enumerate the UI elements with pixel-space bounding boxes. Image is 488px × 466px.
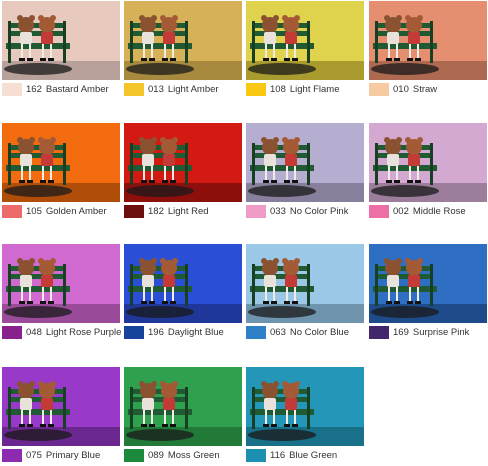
filter-label-row: 116 Blue Green: [246, 447, 364, 463]
filter-label-row: 075 Primary Blue: [2, 447, 120, 463]
filter-label-row: 033 No Color Pink: [246, 203, 364, 219]
filter-code: 002: [393, 205, 409, 217]
filter-label-row: 108 Light Flame: [246, 81, 364, 97]
filter-code: 105: [26, 205, 42, 217]
filter-preview-photo: [124, 244, 242, 323]
filter-name: No Color Pink: [289, 205, 349, 217]
filter-code: 108: [270, 83, 286, 95]
filter-code: 010: [393, 83, 409, 95]
filter-code: 162: [26, 83, 42, 95]
filter-label-row: 002 Middle Rose: [369, 203, 487, 219]
filter-name: Light Amber: [167, 83, 219, 95]
color-swatch: [246, 448, 266, 462]
color-swatch: [124, 82, 144, 96]
color-swatch: [2, 82, 22, 96]
filter-code: 116: [270, 449, 286, 461]
filter-preview-photo: [246, 1, 364, 80]
filter-preview-photo: [369, 1, 487, 80]
color-swatch: [124, 325, 144, 339]
filter-name: Light Rose Purple: [45, 326, 122, 338]
filter-name: Daylight Blue: [167, 326, 224, 338]
color-swatch: [2, 204, 22, 218]
filter-code: 033: [270, 205, 286, 217]
filter-preview-photo: [2, 123, 120, 202]
filter-code: 196: [148, 326, 164, 338]
filter-label-row: 162 Bastard Amber: [2, 81, 120, 97]
filter-preview-photo: [246, 367, 364, 446]
filter-name: Primary Blue: [45, 449, 101, 461]
filter-label-row: 105 Golden Amber: [2, 203, 120, 219]
filter-name: Surprise Pink: [412, 326, 470, 338]
filter-preview-photo: [369, 123, 487, 202]
filter-label-row: 063 No Color Blue: [246, 324, 364, 340]
filter-code: 182: [148, 205, 164, 217]
color-swatch: [124, 448, 144, 462]
filter-label-row: 182 Light Red: [124, 203, 242, 219]
filter-name: Light Red: [167, 205, 209, 217]
filter-label-row: 048 Light Rose Purple: [2, 324, 122, 340]
filter-preview-photo: [246, 244, 364, 323]
color-swatch: [369, 82, 389, 96]
filter-preview-photo: [2, 244, 120, 323]
color-swatch: [2, 448, 22, 462]
filter-name: Straw: [412, 83, 438, 95]
color-swatch: [369, 325, 389, 339]
filter-label-row: 196 Daylight Blue: [124, 324, 242, 340]
filter-label-row: 010 Straw: [369, 81, 487, 97]
color-swatch: [124, 204, 144, 218]
filter-label-row: 169 Surprise Pink: [369, 324, 487, 340]
filter-preview-photo: [124, 367, 242, 446]
filter-name: Moss Green: [167, 449, 220, 461]
color-swatch: [246, 325, 266, 339]
filter-code: 048: [26, 326, 42, 338]
filter-name: Middle Rose: [412, 205, 466, 217]
color-swatch: [2, 325, 22, 339]
filter-code: 013: [148, 83, 164, 95]
color-swatch: [369, 204, 389, 218]
filter-preview-photo: [246, 123, 364, 202]
filter-name: Light Flame: [289, 83, 340, 95]
filter-name: No Color Blue: [289, 326, 349, 338]
color-swatch: [246, 82, 266, 96]
filter-label-row: 013 Light Amber: [124, 81, 242, 97]
filter-name: Bastard Amber: [45, 83, 109, 95]
filter-name: Golden Amber: [45, 205, 107, 217]
filter-code: 169: [393, 326, 409, 338]
filter-label-row: 089 Moss Green: [124, 447, 242, 463]
filter-preview-photo: [124, 1, 242, 80]
filter-preview-photo: [2, 367, 120, 446]
filter-code: 089: [148, 449, 164, 461]
filter-name: Blue Green: [289, 449, 338, 461]
filter-code: 063: [270, 326, 286, 338]
filter-preview-photo: [124, 123, 242, 202]
filter-preview-photo: [2, 1, 120, 80]
filter-preview-photo: [369, 244, 487, 323]
filter-code: 075: [26, 449, 42, 461]
color-swatch: [246, 204, 266, 218]
